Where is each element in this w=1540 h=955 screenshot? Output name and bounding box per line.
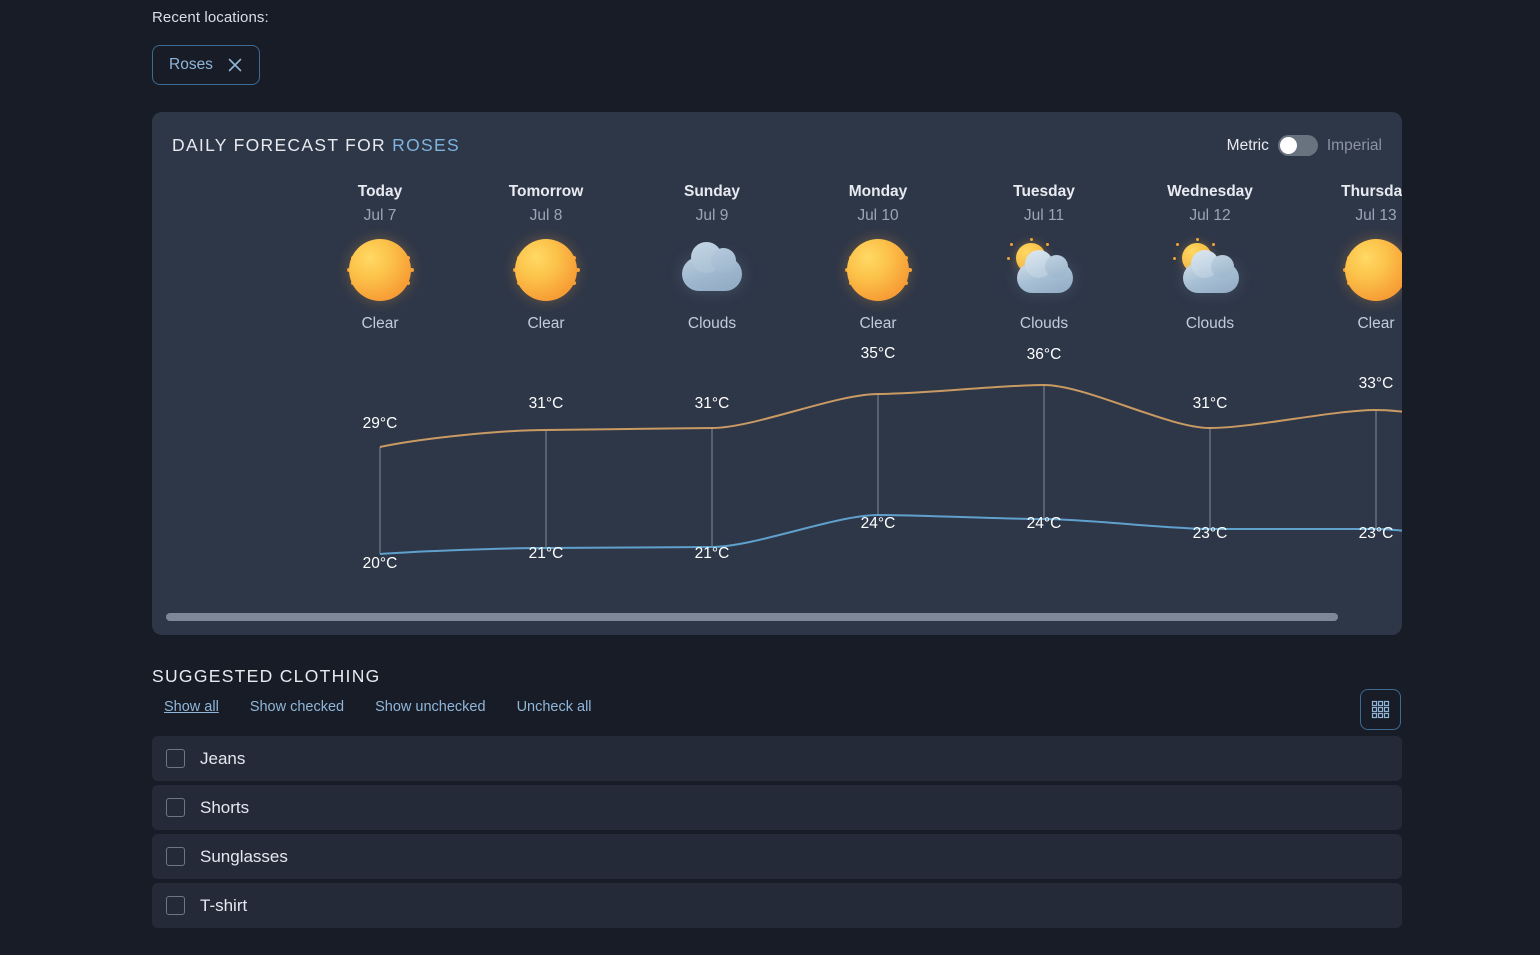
day-weather-icon-wrap [629, 235, 795, 305]
low-temp-label: 21°C [694, 545, 730, 562]
grid-view-toggle-button[interactable] [1360, 689, 1401, 730]
day-condition: Clouds [1185, 315, 1235, 332]
day-date: Jul 10 [857, 207, 899, 224]
day-date: Jul 12 [1189, 207, 1231, 224]
high-temp-label: 31°C [528, 395, 564, 412]
close-icon[interactable] [227, 57, 243, 73]
day-condition: Clear [1357, 315, 1395, 332]
day-date: Jul 9 [695, 207, 729, 224]
suggested-clothing-title: SUGGESTED CLOTHING [152, 666, 381, 686]
day-weather-icon-wrap [297, 235, 463, 305]
sun-icon [1340, 239, 1402, 301]
day-weather-icon-wrap [961, 235, 1127, 305]
day-weather-icon-wrap [795, 235, 961, 305]
filter-show-unchecked[interactable]: Show unchecked [375, 699, 485, 715]
forecast-scroll-viewport[interactable]: Today Jul 7 Clear Tomorrow Jul 8 Clear S… [152, 182, 1402, 612]
cloud-icon [676, 239, 748, 301]
clothing-item-label: T-shirt [200, 895, 248, 915]
day-date: Jul 11 [1023, 207, 1065, 224]
daily-forecast-card: DAILY FORECAST FOR ROSES Metric Imperial… [152, 112, 1402, 635]
list-item[interactable]: Jeans [152, 736, 1402, 781]
day-condition: Clear [361, 315, 399, 332]
day-name: Today [357, 183, 403, 200]
day-name: Monday [848, 183, 908, 200]
forecast-title: DAILY FORECAST FOR ROSES [172, 135, 460, 156]
day-condition: Clear [527, 315, 565, 332]
filter-show-all[interactable]: Show all [164, 699, 219, 715]
low-temp-label: 23°C [1358, 525, 1394, 542]
low-temp-label: 23°C [1192, 525, 1228, 542]
day-weather-icon-wrap [463, 235, 629, 305]
day-date: Jul 8 [529, 207, 563, 224]
high-temp-label: 33°C [1358, 375, 1394, 392]
forecast-day-column[interactable]: Tomorrow Jul 8 Clear [463, 182, 629, 333]
day-weather-icon-wrap [1293, 235, 1402, 305]
forecast-title-location: ROSES [392, 135, 460, 155]
low-temp-label: 24°C [1026, 515, 1062, 532]
day-condition: Clouds [687, 315, 737, 332]
forecast-day-column[interactable]: Tuesday Jul 11 Clouds [961, 182, 1127, 333]
low-temp-label: 21°C [528, 545, 564, 562]
day-condition: Clear [859, 315, 897, 332]
day-date: Jul 13 [1355, 207, 1397, 224]
unit-toggle[interactable]: Metric Imperial [1227, 135, 1382, 156]
weather-app-page: Recent locations: Roses DAILY FORECAST F… [0, 0, 1540, 955]
forecast-day-column[interactable]: Thursday Jul 13 Clear [1293, 182, 1402, 333]
clothing-checkbox[interactable] [166, 798, 185, 817]
sun-behind-cloud-icon [1173, 238, 1246, 301]
high-temp-label: 31°C [1192, 395, 1228, 412]
low-temp-label: 20°C [362, 555, 398, 572]
filter-uncheck-all[interactable]: Uncheck all [517, 699, 592, 715]
clothing-filter-bar: Show all Show checked Show unchecked Unc… [164, 699, 592, 715]
recent-location-chip-roses[interactable]: Roses [152, 45, 260, 85]
day-weather-icon-wrap [1127, 235, 1293, 305]
temperature-range-chart: 29°C 31°C 31°C 35°C 36°C 31°C 33°C 31°C … [152, 345, 1402, 612]
forecast-day-column[interactable]: Sunday Jul 9 Clouds [629, 182, 795, 333]
unit-imperial-label: Imperial [1326, 136, 1382, 154]
forecast-scrollbar-thumb[interactable] [166, 613, 1338, 621]
clothing-checkbox[interactable] [166, 749, 185, 768]
sun-icon [842, 239, 914, 301]
clothing-item-label: Sunglasses [200, 846, 288, 866]
day-date: Jul 7 [363, 207, 397, 224]
forecast-horizontal-scrollbar[interactable] [166, 613, 1388, 621]
clothing-item-label: Jeans [200, 748, 246, 768]
forecast-title-prefix: DAILY FORECAST FOR [172, 135, 393, 155]
forecast-day-column[interactable]: Wednesday Jul 12 Clouds [1127, 182, 1293, 333]
day-name: Wednesday [1167, 183, 1253, 200]
forecast-day-column[interactable]: Monday Jul 10 Clear [795, 182, 961, 333]
forecast-card-header: DAILY FORECAST FOR ROSES Metric Imperial [172, 135, 1382, 156]
list-item[interactable]: Shorts [152, 785, 1402, 830]
recent-location-chip-label: Roses [169, 56, 213, 73]
high-temp-label: 35°C [860, 345, 896, 362]
high-temp-label: 36°C [1026, 346, 1062, 363]
filter-show-checked[interactable]: Show checked [250, 699, 344, 715]
list-item[interactable]: T-shirt [152, 883, 1402, 928]
day-name: Thursday [1341, 183, 1402, 200]
clothing-item-label: Shorts [200, 797, 250, 817]
clothing-checkbox[interactable] [166, 896, 185, 915]
day-condition: Clouds [1019, 315, 1069, 332]
forecast-days-strip: Today Jul 7 Clear Tomorrow Jul 8 Clear S… [152, 182, 1402, 612]
clothing-checkbox[interactable] [166, 847, 185, 866]
grid-icon [1371, 700, 1390, 719]
day-name: Tomorrow [508, 183, 584, 200]
sun-icon [344, 239, 416, 301]
forecast-day-column[interactable]: Today Jul 7 Clear [297, 182, 463, 333]
unit-switch-knob [1279, 137, 1297, 154]
recent-locations-label: Recent locations: [152, 9, 269, 26]
clothing-list: Jeans Shorts Sunglasses T-shirt [152, 736, 1402, 932]
sun-icon [510, 239, 582, 301]
high-temp-label: 29°C [362, 415, 398, 432]
low-temp-label: 24°C [860, 515, 896, 532]
high-temp-label: 31°C [694, 395, 730, 412]
unit-metric-label: Metric [1226, 136, 1269, 154]
unit-switch[interactable] [1277, 135, 1318, 156]
list-item[interactable]: Sunglasses [152, 834, 1402, 879]
day-name: Tuesday [1013, 183, 1075, 200]
day-name: Sunday [684, 183, 740, 200]
sun-behind-cloud-icon [1007, 238, 1080, 301]
